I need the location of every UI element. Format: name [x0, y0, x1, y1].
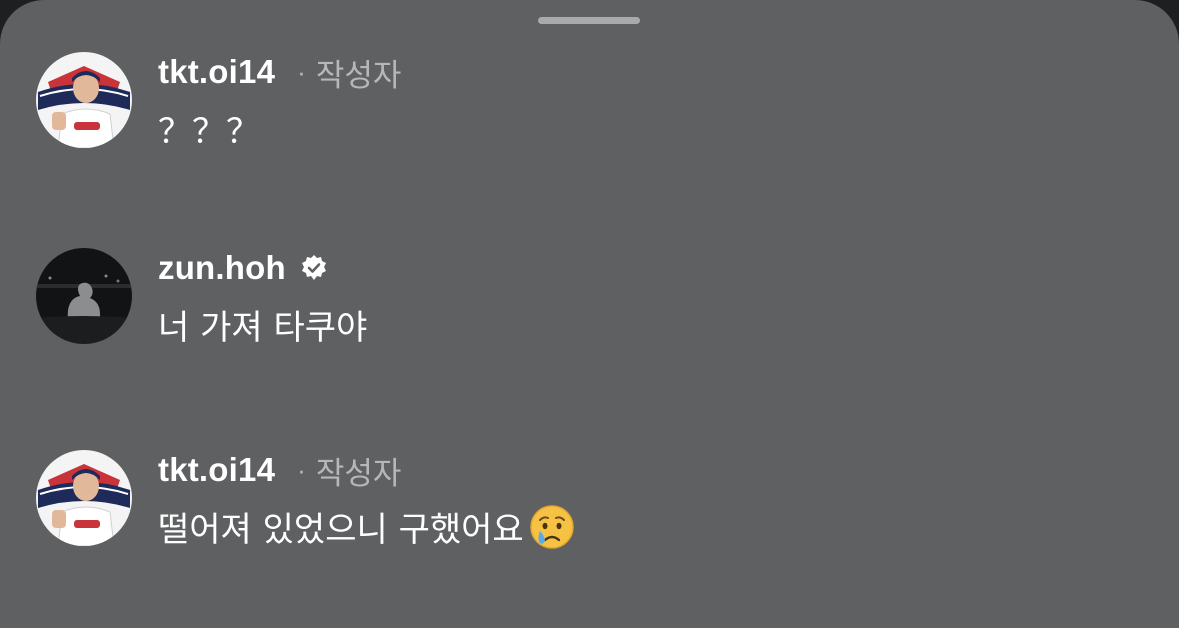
author-label: 작성자: [315, 455, 402, 492]
separator-dot: ·: [297, 454, 306, 485]
verified-badge-icon: [300, 254, 328, 282]
comment-header: zun.hoh: [158, 248, 328, 288]
comment-text: 떨어져 있었으니 구했어요: [158, 510, 524, 550]
username[interactable]: zun.hoh: [158, 249, 286, 287]
doosan-bears-player-avatar[interactable]: [36, 52, 132, 148]
dark-night-photo-avatar[interactable]: [36, 248, 132, 344]
comment-header: tkt.oi14 · 작성자: [158, 450, 402, 492]
comment-text-row: 떨어져 있었으니 구했어요: [158, 502, 576, 551]
crying-face-emoji-icon: [528, 503, 576, 551]
comment-header: tkt.oi14 · 작성자: [158, 52, 402, 94]
sheet-grabber-handle[interactable]: [538, 17, 640, 24]
author-label: 작성자: [315, 57, 402, 94]
separator-dot: ·: [297, 56, 306, 87]
username[interactable]: tkt.oi14: [158, 53, 275, 91]
comments-sheet: tkt.oi14 · 작성자 ？？？ zun.hoh 너 가져 타쿠야 tkt.…: [0, 0, 1179, 628]
comment-item: tkt.oi14 · 작성자 떨어져 있었으니 구했어요: [0, 450, 1179, 560]
username[interactable]: tkt.oi14: [158, 451, 275, 489]
comment-text: 너 가져 타쿠야: [158, 308, 368, 348]
doosan-bears-player-avatar[interactable]: [36, 450, 132, 546]
comment-text: ？？？: [158, 112, 260, 152]
comment-item: tkt.oi14 · 작성자 ？？？: [0, 52, 1179, 162]
comment-item: zun.hoh 너 가져 타쿠야: [0, 248, 1179, 358]
